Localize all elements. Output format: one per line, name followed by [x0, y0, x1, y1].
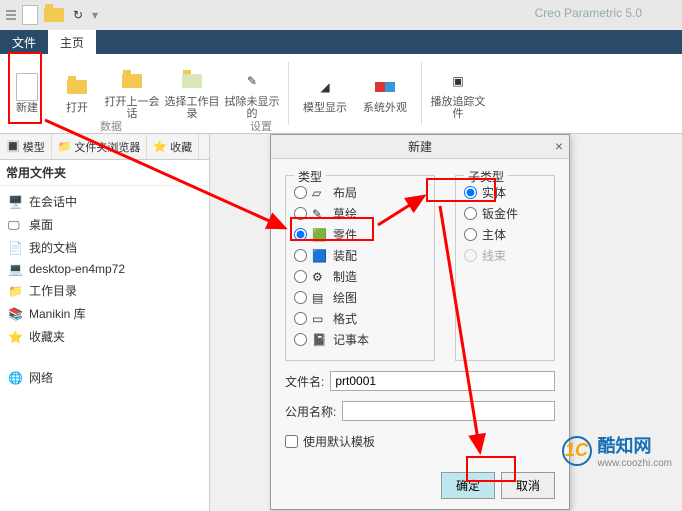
ok-button[interactable]: 确定	[441, 472, 495, 499]
watermark: 1C 酷知网www.coozhi.com	[562, 432, 672, 469]
type-format[interactable]: ▭格式	[294, 308, 426, 329]
commonname-label: 公用名称:	[285, 403, 336, 420]
qat-refresh-icon[interactable]: ↻	[68, 5, 88, 25]
model-display-button[interactable]: ◢模型显示	[297, 58, 353, 129]
commonname-input[interactable]	[342, 401, 555, 421]
type-header: 类型	[294, 168, 326, 185]
select-wd-button[interactable]: 选择工作目录	[164, 58, 220, 129]
left-tab-fav[interactable]: ⭐ 收藏	[147, 134, 199, 159]
type-assembly[interactable]: 🟦装配	[294, 245, 426, 266]
tab-home[interactable]: 主页	[48, 30, 96, 54]
use-default-label: 使用默认模板	[303, 433, 375, 450]
tree-item-session[interactable]: 🖥️在会话中	[2, 190, 207, 213]
subtype-solid[interactable]: 实体	[464, 182, 546, 203]
subtype-harness[interactable]: 线束	[464, 245, 546, 266]
tree-item-fav[interactable]: ⭐收藏夹	[2, 325, 207, 348]
open-button[interactable]: 打开	[54, 58, 100, 129]
type-part[interactable]: 🟩零件	[294, 224, 426, 245]
tree-item-wd[interactable]: 📁工作目录	[2, 279, 207, 302]
subtype-header: 子类型	[464, 168, 508, 185]
left-panel: 🔳 模型 📁 文件夹浏览器 ⭐ 收藏 常用文件夹 🖥️在会话中 🖵桌面 📄我的文…	[0, 134, 210, 511]
type-drawing[interactable]: ▤绘图	[294, 287, 426, 308]
qat-open-icon[interactable]	[44, 5, 64, 25]
group-settings-label: 设置	[250, 118, 272, 134]
app-title: Creo Parametric 5.0	[535, 6, 642, 20]
subtype-body[interactable]: 主体	[464, 224, 546, 245]
tree-item-manikin[interactable]: 📚Manikin 库	[2, 302, 207, 325]
tree-item-host[interactable]: 💻desktop-en4mp72	[2, 259, 207, 279]
tab-file[interactable]: 文件	[0, 30, 48, 54]
filename-input[interactable]	[330, 371, 555, 391]
filename-label: 文件名:	[285, 373, 324, 390]
folder-header: 常用文件夹	[0, 160, 209, 186]
cancel-button[interactable]: 取消	[501, 472, 555, 499]
subtype-sheetmetal[interactable]: 钣金件	[464, 203, 546, 224]
qat-new-icon[interactable]	[20, 5, 40, 25]
left-tab-folder[interactable]: 📁 文件夹浏览器	[52, 134, 148, 159]
tree-item-network[interactable]: 🌐网络	[2, 366, 207, 389]
new-button[interactable]: 新建	[4, 58, 50, 129]
play-trace-button[interactable]: ▣播放追踪文件	[430, 58, 486, 129]
type-mfg[interactable]: ⚙制造	[294, 266, 426, 287]
new-dialog: 新建× 类型 ▱布局 ✎草绘 🟩零件 🟦装配 ⚙制造 ▤绘图 ▭格式 📓记事本 …	[270, 134, 570, 510]
system-appearance-button[interactable]: 系统外观	[357, 58, 413, 129]
close-icon[interactable]: ×	[555, 138, 563, 154]
tree-item-docs[interactable]: 📄我的文档	[2, 236, 207, 259]
tree-item-desktop[interactable]: 🖵桌面	[2, 213, 207, 236]
type-sketch[interactable]: ✎草绘	[294, 203, 426, 224]
type-notebook[interactable]: 📓记事本	[294, 329, 426, 350]
use-default-checkbox[interactable]	[285, 435, 298, 448]
type-layout[interactable]: ▱布局	[294, 182, 426, 203]
ribbon-tabs: 文件 主页	[0, 30, 682, 54]
group-data-label: 数据	[100, 118, 122, 134]
dialog-title: 新建	[408, 138, 432, 155]
left-tab-model[interactable]: 🔳 模型	[0, 134, 52, 159]
